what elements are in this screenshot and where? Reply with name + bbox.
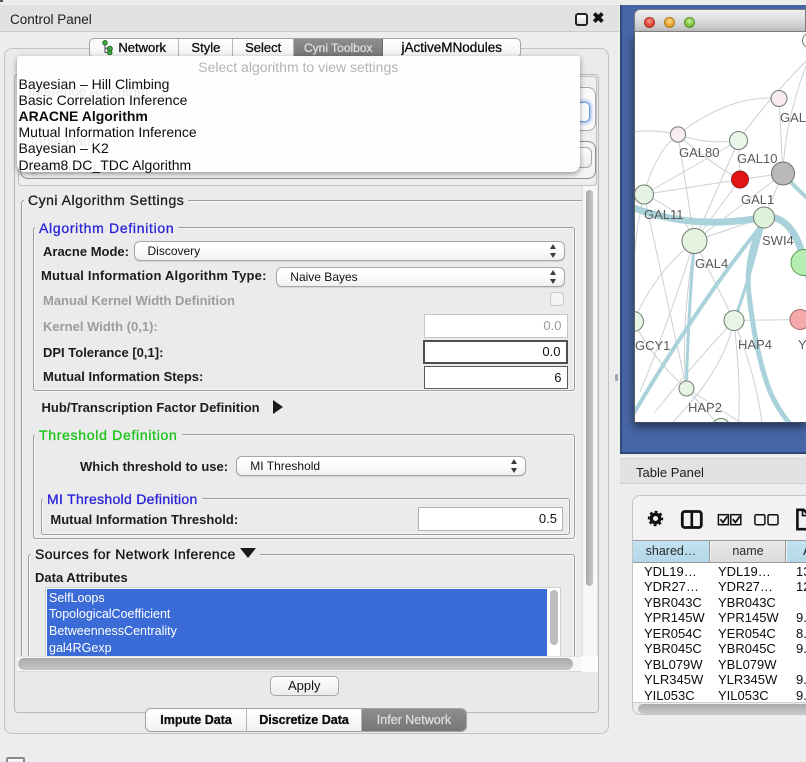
svg-text:GAL4: GAL4 xyxy=(695,256,728,271)
svg-text:HAP2: HAP2 xyxy=(688,400,722,415)
svg-text:SWI4: SWI4 xyxy=(762,233,794,248)
svg-text:GAL80: GAL80 xyxy=(679,145,719,160)
svg-text:GAL1: GAL1 xyxy=(741,192,774,207)
svg-text:Y: Y xyxy=(798,337,806,352)
svg-text:GAL10: GAL10 xyxy=(737,151,777,166)
svg-text:GAL: GAL xyxy=(780,110,806,125)
svg-text:HAP4: HAP4 xyxy=(738,337,772,352)
svg-text:GAL11: GAL11 xyxy=(644,207,684,222)
svg-text:GCY1: GCY1 xyxy=(635,338,670,353)
